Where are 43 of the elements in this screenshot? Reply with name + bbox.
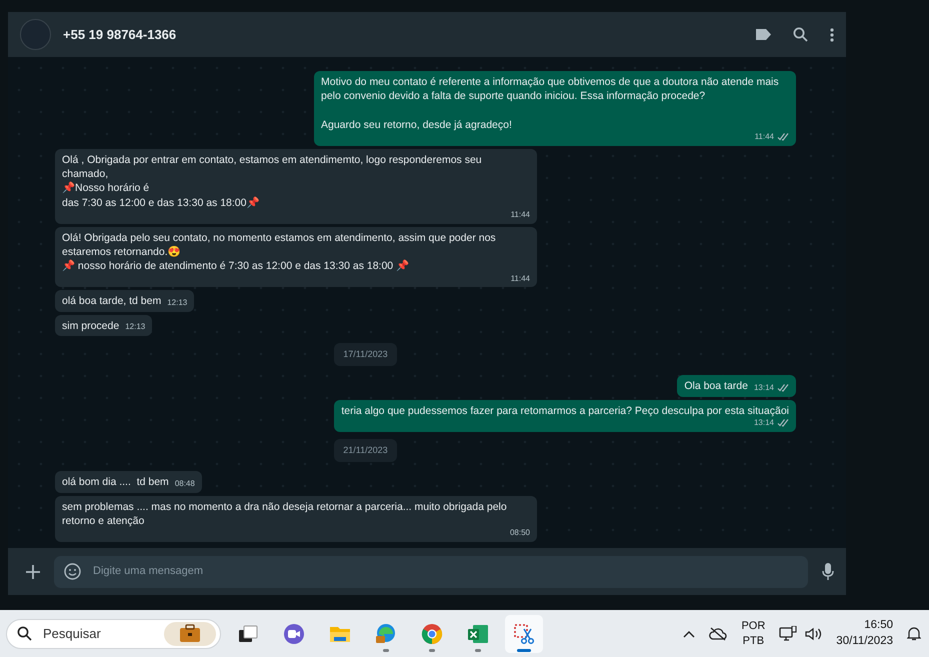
message-text: Motivo do meu contato é referente a informação que obtivemos de que a doutora não atende mais pelo convenio devido a falta de suporte quando iniciou. Essa informação procede? Aguardo seu retorno, desde já agradeço! (321, 74, 780, 132)
message-text: sim procede (62, 318, 120, 333)
language-indicator[interactable]: POR PTB (741, 618, 766, 648)
cloud-off-icon[interactable] (709, 626, 728, 640)
search-icon (17, 626, 32, 641)
message-text: sem problemas .... mas no momento a dra não deseja retornar a parceria... muito obrigada pelo retorno e atenção (62, 500, 508, 528)
emoji-icon[interactable] (64, 563, 81, 580)
message-input[interactable]: Digite uma mensagem (54, 556, 808, 588)
menu-icon[interactable] (830, 28, 834, 42)
message-time: 12:13 (167, 298, 188, 309)
taskbar-search[interactable]: Pesquisar (6, 618, 221, 648)
message-text: Ola boa tarde (684, 379, 748, 394)
network-icon[interactable] (779, 626, 798, 642)
message-time: 11:44 (510, 210, 530, 221)
message-time: 12:13 (125, 322, 146, 333)
message-text: Olá , Obrigada por entrar em contato, estamos em atendimemto, logo responderemos seu chamado, 📌Nosso horário é das 7:30 as 12:00 e das 13:30 as 18:00📌 (62, 152, 483, 210)
message-time: 11:44 (754, 132, 774, 143)
notification-bell-icon[interactable] (907, 626, 921, 641)
message-time: 13:14 (754, 382, 774, 394)
message-text: olá boa tarde, td bem (62, 294, 162, 309)
video-camera-icon (282, 622, 306, 646)
contact-name[interactable]: +55 19 98764-1366 (63, 24, 176, 44)
browser-icon (420, 622, 444, 646)
message-time: 08:50 (510, 528, 530, 539)
message-time: 08:48 (174, 478, 195, 490)
volume-icon[interactable] (805, 626, 822, 640)
date-separator: 17/11/2023 (334, 342, 397, 366)
message-text: Olá! Obrigada pelo seu contato, no momento estamos em atendimento, assim que poder nos estaremos retornando.😍 📌 nosso horário de atendimento é 7:30 as 12:00 e das 13:30 as 18:00 📌 (62, 230, 497, 274)
search-icon[interactable] (793, 27, 808, 42)
message-text: olá bom dia .... td bem (62, 475, 169, 490)
browser-icon (374, 622, 398, 646)
briefcase-icon (164, 622, 216, 646)
chevron-up-icon[interactable] (683, 630, 696, 638)
clock[interactable]: 16:50 30/11/2023 (836, 618, 893, 650)
message-time: 13:14 (754, 418, 774, 429)
message-time: 11:44 (510, 274, 530, 284)
microphone-icon[interactable] (822, 562, 834, 580)
search-input[interactable]: Pesquisar (41, 622, 155, 644)
message-text: teria algo que pudessemos fazer para retomarmos a parceria? Peço desculpa por esta situaçãoi (341, 404, 789, 418)
scissors-icon (512, 622, 536, 646)
label-icon[interactable] (755, 29, 771, 40)
plus-icon[interactable] (26, 564, 40, 578)
date-separator: 21/11/2023 (334, 438, 397, 462)
